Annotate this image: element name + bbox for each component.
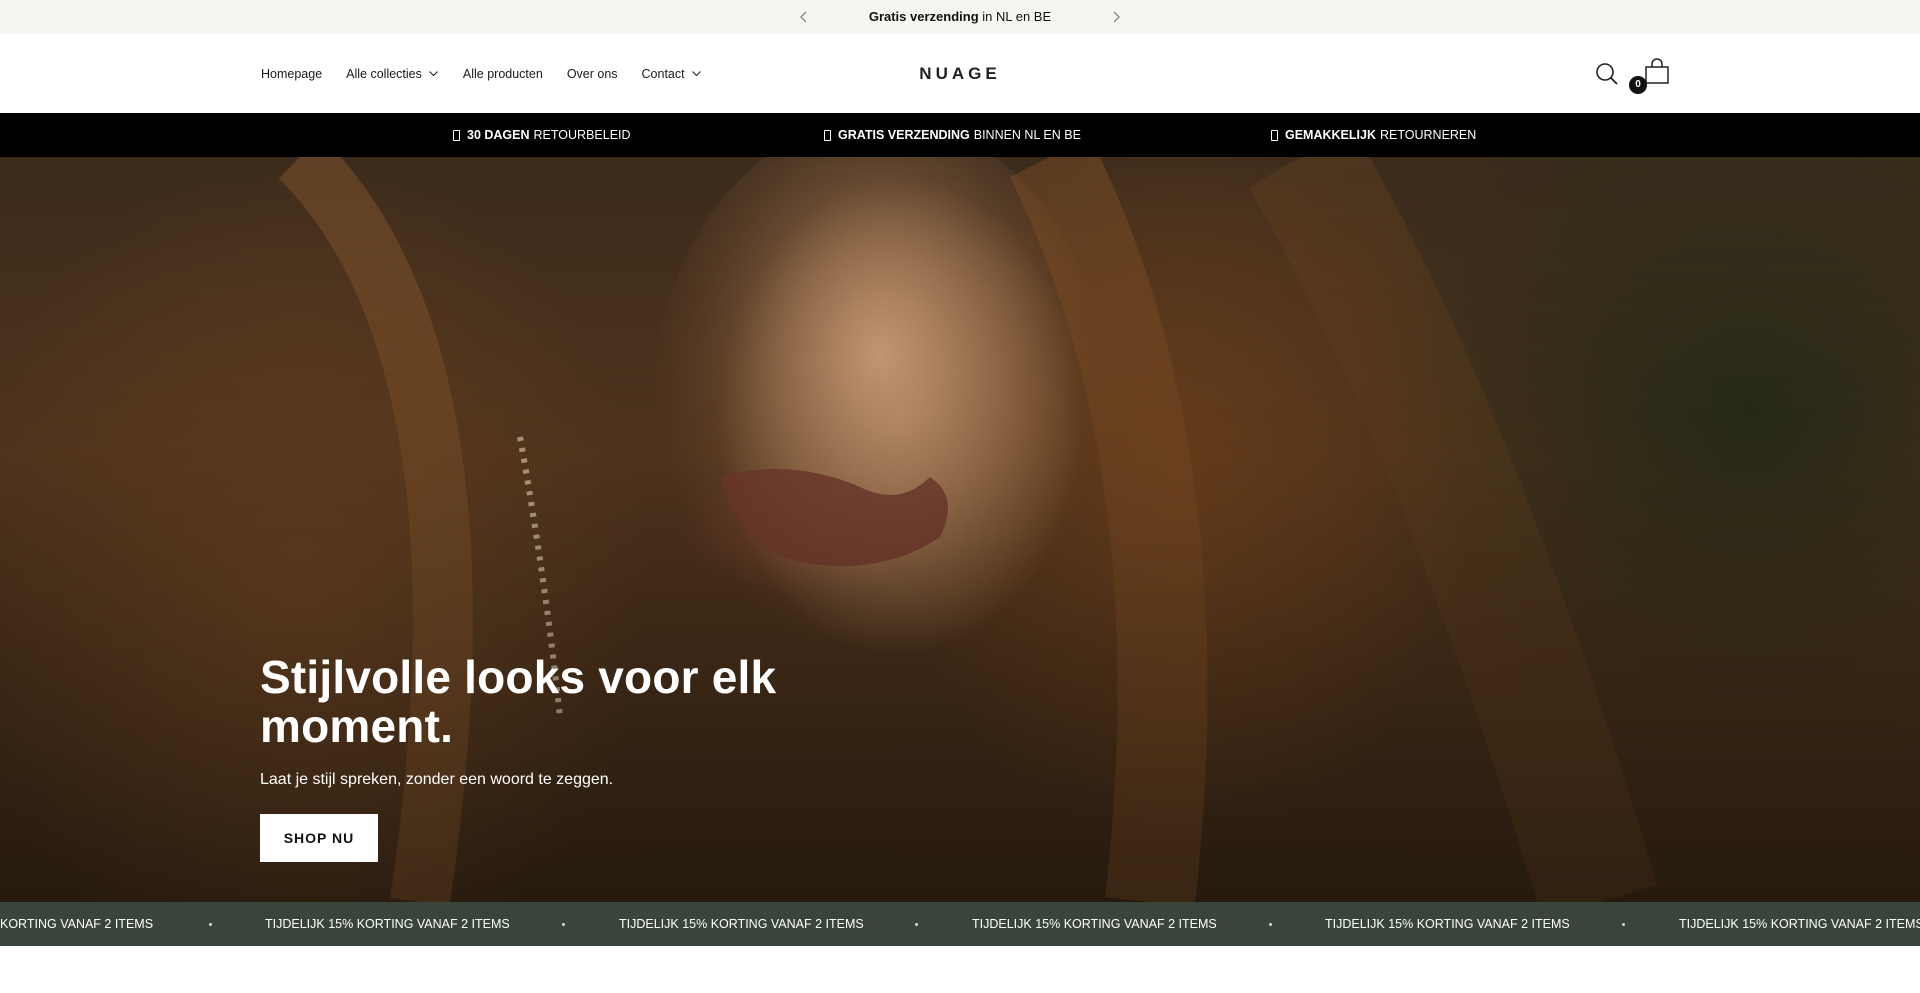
marquee-item: TIJDELIJK 15% KORTING VANAF 2 ITEMS (265, 917, 510, 931)
promo-marquee: KORTING VANAF 2 ITEMS TIJDELIJK 15% KORT… (0, 902, 1920, 946)
usp-rest: RETOURNEREN (1379, 128, 1477, 142)
marquee-dot (1269, 923, 1272, 926)
marquee-item: KORTING VANAF 2 ITEMS (0, 917, 154, 931)
marquee-item: TIJDELIJK 15% KORTING VANAF 2 ITEMS (1325, 917, 1570, 931)
marquee-item: TIJDELIJK 15% KORTING VANAF 2 ITEMS (972, 917, 1217, 931)
chevron-right-icon[interactable] (1108, 9, 1124, 25)
nav-item-alle-producten[interactable]: Alle producten (463, 67, 543, 81)
usp-rest: BINNEN NL EN BE (973, 128, 1081, 142)
usp-bold: GRATIS VERZENDING (838, 128, 970, 142)
announcement-rest: in NL en BE (978, 9, 1052, 24)
main-nav: Homepage Alle collecties Alle producten … (261, 34, 726, 113)
nav-item-alle-collecties[interactable]: Alle collecties (346, 67, 439, 81)
nav-item-homepage[interactable]: Homepage (261, 67, 322, 81)
marquee-dot (209, 923, 212, 926)
usp-bold: GEMAKKELIJK (1285, 128, 1376, 142)
hero-title: Stijlvolle looks voor elk moment. (260, 651, 777, 752)
announcement-bar: Gratis verzending in NL en BE (0, 0, 1920, 34)
phone-icon (1271, 129, 1278, 141)
announcement-bold: Gratis verzending (868, 9, 979, 24)
marquee-dot (562, 923, 565, 926)
phone-icon (824, 129, 831, 141)
phone-icon (453, 129, 460, 141)
nav-item-over-ons[interactable]: Over ons (567, 67, 618, 81)
usp-rest: RETOURBELEID (533, 128, 631, 142)
shop-now-button[interactable]: SHOP NU (260, 814, 378, 862)
chevron-down-icon (691, 68, 702, 79)
hero-content: Stijlvolle looks voor elk moment. Laat j… (260, 653, 820, 789)
usp-item: GRATIS VERZENDING BINNEN NL EN BE (824, 113, 1081, 157)
marquee-item: TIJDELIJK 15% KORTING VANAF 2 ITEMS (619, 917, 864, 931)
marquee-track: KORTING VANAF 2 ITEMS TIJDELIJK 15% KORT… (0, 902, 1920, 946)
hero-banner: Stijlvolle looks voor elk moment. Laat j… (0, 157, 1920, 902)
site-logo[interactable]: NUAGE (919, 64, 1000, 83)
marquee-dot (1622, 923, 1625, 926)
hero-image (0, 157, 1920, 902)
usp-bold: 30 DAGEN (467, 128, 530, 142)
nav-label: Homepage (261, 66, 323, 81)
usp-item: 30 DAGEN RETOURBELEID (453, 113, 631, 157)
shopping-bag-icon[interactable] (1644, 58, 1670, 86)
search-icon[interactable] (1594, 61, 1620, 87)
usp-item: GEMAKKELIJK RETOURNEREN (1271, 113, 1476, 157)
hero-subtitle: Laat je stijl spreken, zonder een woord … (260, 771, 614, 788)
nav-label: Alle collecties (346, 66, 422, 81)
site-header: NUAGE Homepage Alle collecties Alle prod… (0, 34, 1920, 113)
chevron-down-icon (428, 68, 439, 79)
marquee-dot (915, 923, 918, 926)
marquee-item: TIJDELIJK 15% KORTING VANAF 2 ITEMS (1679, 917, 1920, 931)
usp-bar: 30 DAGEN RETOURBELEID GRATIS VERZENDING BI… (0, 113, 1920, 157)
cart-count-badge: 0 (1629, 76, 1647, 94)
announcement-message: Gratis verzending in NL en BE (0, 0, 1920, 34)
nav-label: Contact (641, 66, 685, 81)
nav-label: Over ons (566, 66, 618, 81)
nav-item-contact[interactable]: Contact (642, 67, 702, 81)
nav-label: Alle producten (462, 66, 543, 81)
